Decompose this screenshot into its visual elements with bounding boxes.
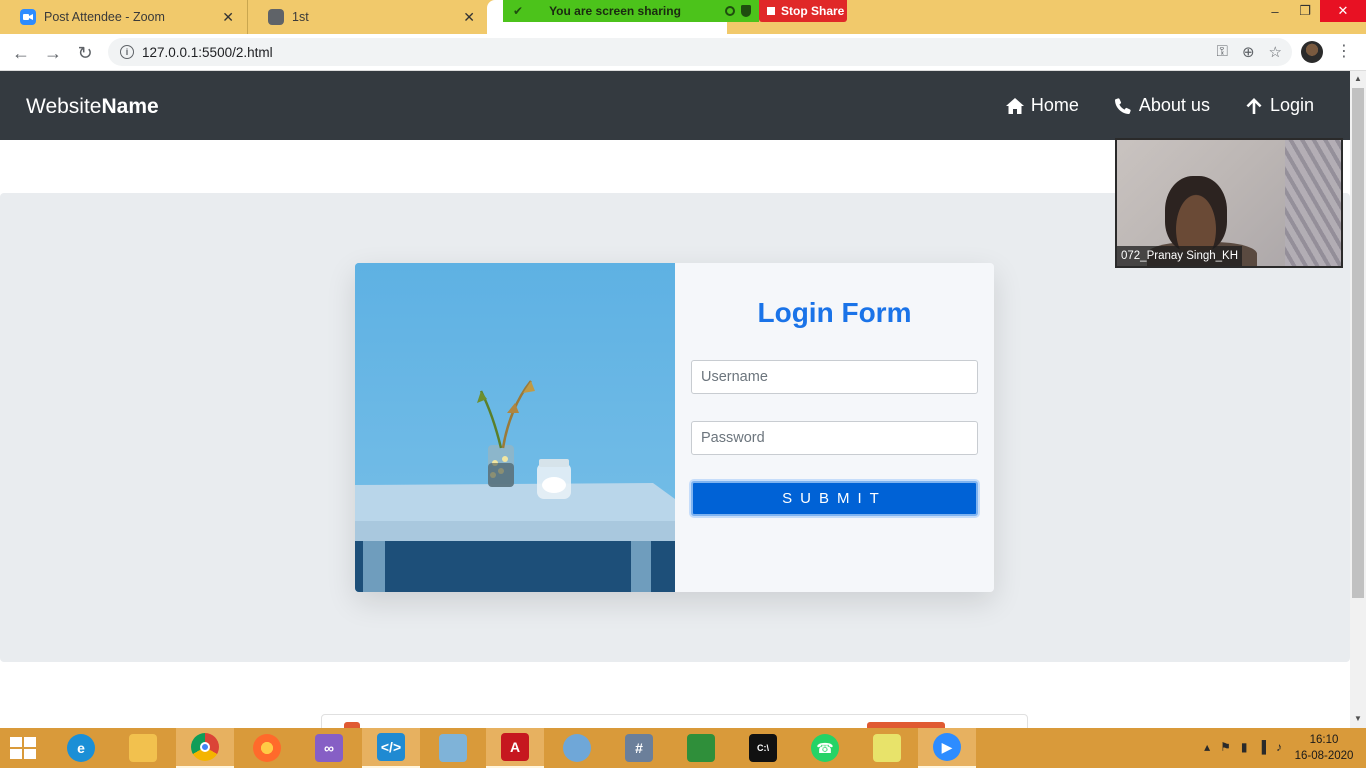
login-card: Login Form SUBMIT (355, 263, 994, 592)
firefox-icon[interactable] (238, 728, 296, 768)
volume-icon[interactable]: ♪ (1276, 740, 1282, 754)
scroll-down-icon[interactable]: ▼ (1354, 714, 1362, 723)
notepad-icon[interactable] (424, 728, 482, 768)
flag-icon[interactable]: ⚑ (1220, 740, 1231, 754)
nav-home-label: Home (1030, 95, 1079, 115)
paint-icon[interactable] (548, 728, 606, 768)
nav-login-label: Login (1269, 95, 1314, 115)
calculator-icon[interactable]: # (610, 728, 668, 768)
tab-1st[interactable]: 1st ✕ (247, 0, 487, 34)
browser-tab-strip: Post Attendee - Zoom ✕ 1st ✕ ✔ You are s… (0, 0, 1366, 34)
background-curtain (1285, 140, 1341, 266)
battery-icon[interactable]: ▮ (1241, 740, 1248, 754)
sticky-notes-icon[interactable] (858, 728, 916, 768)
screen-sharing-banner: ✔ You are screen sharing (503, 0, 759, 22)
partial-card-below (321, 714, 1028, 728)
browser-toolbar: ← → ↻ i 127.0.0.1:5500/2.html ⚿ ⊕ ☆ ⋮ (0, 34, 1366, 71)
whatsapp-icon[interactable]: ☎ (796, 728, 854, 768)
stop-share-label: Stop Share (781, 4, 845, 18)
zoom-video-tile[interactable]: 072_Pranay Singh_KH (1115, 138, 1343, 268)
profile-avatar[interactable] (1301, 41, 1323, 63)
acrobat-icon[interactable]: A (486, 728, 544, 768)
nav-about[interactable]: About us (1113, 95, 1210, 116)
clock-date: 16-08-2020 (1294, 750, 1354, 762)
star-icon[interactable]: ☆ (1269, 43, 1282, 61)
participant-head (1165, 176, 1227, 252)
site-brand[interactable]: WebsiteName (26, 95, 159, 119)
address-text: 127.0.0.1:5500/2.html (142, 44, 273, 60)
windows-taskbar: e ∞ </> A # C:\ ☎ ▶ ▴ ⚑ ▮ ▐ ♪ 16:10 16-0… (0, 728, 1366, 768)
close-tab-icon[interactable]: ✕ (222, 9, 234, 26)
stop-share-button[interactable]: Stop Share (759, 0, 847, 22)
zoom-magnifier-icon[interactable]: ⊕ (1242, 43, 1255, 61)
address-bar[interactable]: i 127.0.0.1:5500/2.html ⚿ ⊕ ☆ (108, 38, 1292, 66)
username-input[interactable] (691, 360, 978, 394)
visual-studio-icon[interactable]: ∞ (300, 728, 358, 768)
tab-title: Post Attendee - Zoom (44, 10, 165, 24)
zoom-icon (20, 9, 36, 25)
forward-icon[interactable]: → (42, 42, 64, 64)
menu-dots-icon[interactable]: ⋮ (1336, 42, 1352, 64)
close-tab-icon[interactable]: ✕ (463, 9, 475, 26)
nav-links: Home About us Login (1005, 95, 1314, 116)
pin-icon[interactable]: ✔ (513, 4, 523, 18)
submit-button[interactable]: SUBMIT (691, 481, 978, 516)
nav-about-label: About us (1138, 95, 1210, 115)
windows-start-icon[interactable] (10, 737, 38, 761)
site-navbar: WebsiteName Home About us Login (0, 71, 1350, 140)
stop-icon (767, 7, 775, 15)
network-icon[interactable]: ▐ (1257, 740, 1266, 754)
zoom-taskbar-icon[interactable]: ▶ (918, 728, 976, 768)
taskbar-clock[interactable]: 16:10 16-08-2020 (1294, 732, 1354, 764)
minimize-icon[interactable]: – (1260, 0, 1290, 22)
decorative-photo (355, 263, 675, 592)
password-input[interactable] (691, 421, 978, 455)
task-manager-icon[interactable] (672, 728, 730, 768)
window-controls: – ❐ ✕ (1260, 0, 1366, 22)
nav-login[interactable]: Login (1244, 95, 1314, 116)
phone-icon (1114, 97, 1131, 114)
scroll-up-icon[interactable]: ▲ (1354, 74, 1362, 83)
vscode-icon[interactable]: </> (362, 728, 420, 768)
page-scrollbar[interactable]: ▲ ▼ (1350, 71, 1366, 728)
globe-icon (268, 9, 284, 25)
screen-sharing-text: You are screen sharing (549, 4, 681, 18)
tab-zoom[interactable]: Post Attendee - Zoom ✕ (0, 0, 246, 34)
login-form: Login Form SUBMIT (675, 263, 994, 592)
scrollbar-thumb[interactable] (1352, 88, 1364, 598)
brand-prefix: Website (26, 95, 102, 118)
reload-icon[interactable]: ↻ (74, 42, 96, 64)
key-icon[interactable]: ⚿ (1217, 43, 1228, 61)
chrome-icon[interactable] (176, 728, 234, 768)
vase-table-illustration (355, 263, 675, 592)
restore-icon[interactable]: ❐ (1290, 0, 1320, 22)
back-icon[interactable]: ← (10, 42, 32, 64)
form-title: Login Form (757, 297, 912, 328)
internet-explorer-icon[interactable]: e (52, 728, 110, 768)
nav-home[interactable]: Home (1005, 95, 1079, 116)
tab-title: 1st (292, 10, 309, 24)
info-icon[interactable]: i (120, 45, 134, 59)
system-tray: ▴ ⚑ ▮ ▐ ♪ (1204, 740, 1282, 754)
arrow-up-icon (1246, 97, 1262, 114)
status-dot-icon (725, 6, 735, 16)
home-icon (1005, 97, 1024, 114)
participant-name: 072_Pranay Singh_KH (1117, 246, 1242, 266)
shield-icon (741, 5, 751, 17)
brand-bold: Name (101, 95, 159, 118)
close-window-icon[interactable]: ✕ (1320, 0, 1366, 22)
command-prompt-icon[interactable]: C:\ (734, 728, 792, 768)
file-explorer-icon[interactable] (114, 728, 172, 768)
show-hidden-icons-icon[interactable]: ▴ (1204, 740, 1210, 754)
clock-time: 16:10 (1309, 734, 1339, 746)
